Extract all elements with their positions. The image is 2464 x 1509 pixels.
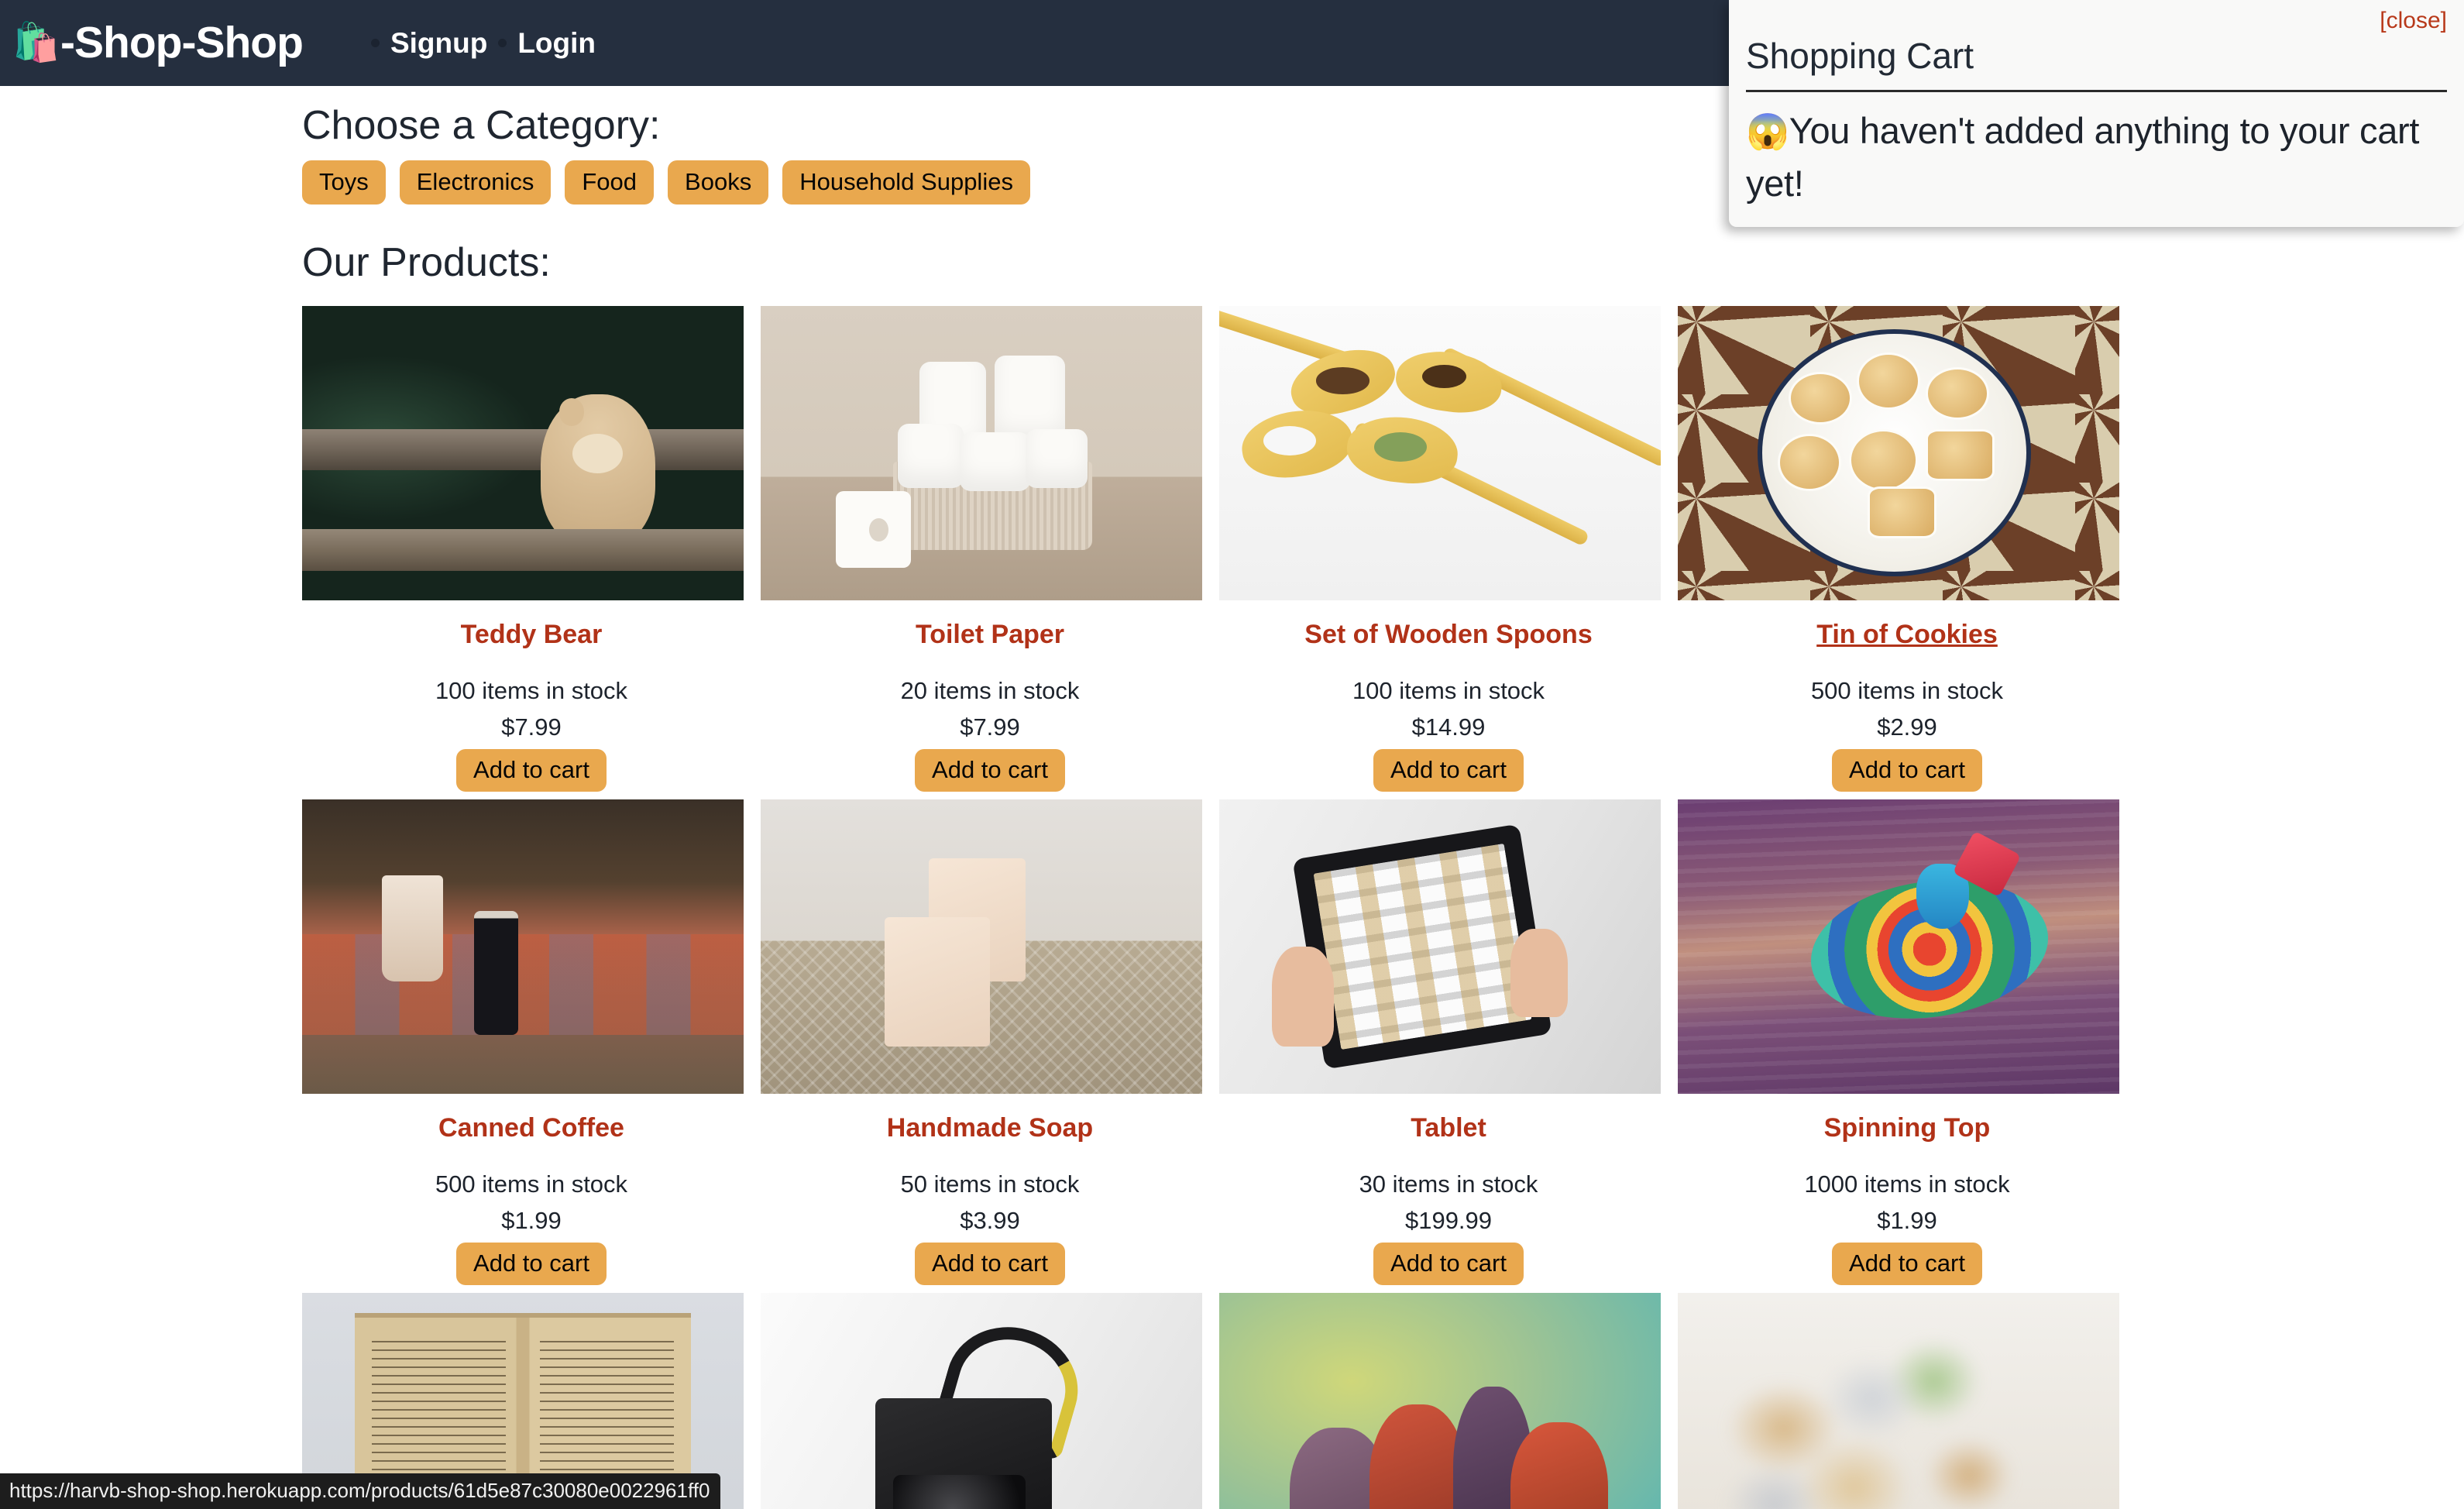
nav-item-signup: Signup <box>360 27 487 60</box>
add-to-cart-button[interactable]: Add to cart <box>1373 748 1524 792</box>
product-title-link[interactable]: Tin of Cookies <box>1816 619 1998 651</box>
product-image-link[interactable] <box>1678 799 2119 1094</box>
product-stock: 1000 items in stock <box>1804 1170 2010 1198</box>
screaming-face-icon: 😱 <box>1746 112 1789 152</box>
wooden-spoons-photo <box>1219 305 1661 600</box>
toilet-paper-photo <box>761 305 1202 600</box>
add-to-cart-button[interactable]: Add to cart <box>456 748 607 792</box>
product-price: $14.99 <box>1411 713 1486 741</box>
products-heading: Our Products: <box>302 240 551 286</box>
category-button-household-supplies[interactable]: Household Supplies <box>782 160 1030 205</box>
product-price: $7.99 <box>501 713 562 741</box>
product-stock: 50 items in stock <box>900 1170 1080 1198</box>
product-price: $1.99 <box>1877 1207 1937 1235</box>
product-stock: 30 items in stock <box>1359 1170 1538 1198</box>
product-image-link[interactable] <box>761 799 1202 1094</box>
shopping-bags-icon: 🛍️ <box>12 22 60 64</box>
main-nav: Signup Login <box>360 27 596 60</box>
product-price: $199.99 <box>1404 1207 1493 1235</box>
product-stock: 20 items in stock <box>900 677 1080 705</box>
cart-empty-message: 😱You haven't added anything to your cart… <box>1746 105 2447 210</box>
main-content: Choose a Category: Toys Electronics Food… <box>0 101 2464 1509</box>
category-item: Toys <box>302 160 386 205</box>
product-title-link[interactable]: Set of Wooden Spoons <box>1304 619 1592 651</box>
cart-title: Shopping Cart <box>1746 36 1974 76</box>
product-card: Toilet Paper 20 items in stock $7.99 Add… <box>761 298 1219 792</box>
product-image-link[interactable] <box>761 305 1202 600</box>
status-bar-url: https://harvb-shop-shop.herokuapp.com/pr… <box>0 1473 721 1509</box>
product-price: $2.99 <box>1877 713 1937 741</box>
nav-item-login: Login <box>487 27 596 60</box>
cart-close-button[interactable]: [close] <box>1746 8 2447 33</box>
add-to-cart-button[interactable]: Add to cart <box>915 1242 1065 1285</box>
product-price: $3.99 <box>960 1207 1020 1235</box>
category-button-toys[interactable]: Toys <box>302 160 386 205</box>
product-title-link[interactable]: Tablet <box>1411 1112 1486 1144</box>
product-title-link[interactable]: Teddy Bear <box>461 619 603 651</box>
product-card <box>1219 1285 1678 1509</box>
add-to-cart-button[interactable]: Add to cart <box>456 1242 607 1285</box>
category-item: Books <box>668 160 769 205</box>
category-button-food[interactable]: Food <box>565 160 655 205</box>
cart-empty-text: You haven't added anything to your cart … <box>1746 110 2420 205</box>
product-image-link[interactable] <box>1219 799 1661 1094</box>
product-title-link[interactable]: Handmade Soap <box>887 1112 1093 1144</box>
product-price: $1.99 <box>501 1207 562 1235</box>
handmade-soap-photo <box>761 799 1202 1094</box>
product-card: Tablet 30 items in stock $199.99 Add to … <box>1219 792 1678 1285</box>
tin-of-cookies-photo <box>1678 305 2119 600</box>
spinning-top-photo <box>1678 799 2119 1094</box>
product-card: Spinning Top 1000 items in stock $1.99 A… <box>1678 792 2136 1285</box>
tablet-photo <box>1219 799 1661 1094</box>
product-image-link[interactable] <box>1219 1292 1661 1509</box>
canned-coffee-photo <box>302 799 744 1094</box>
product-stock: 100 items in stock <box>1352 677 1545 705</box>
category-item: Electronics <box>399 160 552 205</box>
product-stock: 500 items in stock <box>435 1170 628 1198</box>
product-image-link[interactable] <box>1678 305 2119 600</box>
category-item: Food <box>565 160 655 205</box>
product-image-link[interactable] <box>1678 1292 2119 1509</box>
camera-photo <box>761 1292 1202 1509</box>
wooden-blocks-photo <box>1678 1292 2119 1509</box>
product-card: Teddy Bear 100 items in stock $7.99 Add … <box>302 298 761 792</box>
brand-logo-link[interactable]: 🛍️ -Shop-Shop <box>12 18 304 67</box>
category-item: Household Supplies <box>782 160 1030 205</box>
product-stock: 100 items in stock <box>435 677 628 705</box>
login-link[interactable]: Login <box>517 27 596 60</box>
product-card: Tin of Cookies 500 items in stock $2.99 … <box>1678 298 2136 792</box>
product-card <box>1678 1285 2136 1509</box>
cart-divider <box>1746 90 2447 93</box>
product-card: Handmade Soap 50 items in stock $3.99 Ad… <box>761 792 1219 1285</box>
product-grid: Teddy Bear 100 items in stock $7.99 Add … <box>302 298 2161 1509</box>
teddy-bear-photo <box>302 305 744 600</box>
category-button-books[interactable]: Books <box>668 160 769 205</box>
product-image-link[interactable] <box>302 305 744 600</box>
product-image-link[interactable] <box>1219 305 1661 600</box>
category-button-electronics[interactable]: Electronics <box>399 160 552 205</box>
product-card: Set of Wooden Spoons 100 items in stock … <box>1219 298 1678 792</box>
product-price: $7.99 <box>960 713 1020 741</box>
product-stock: 500 items in stock <box>1810 677 2004 705</box>
signup-link[interactable]: Signup <box>390 27 487 60</box>
add-to-cart-button[interactable]: Add to cart <box>1832 748 1982 792</box>
brand-name: -Shop-Shop <box>60 18 304 67</box>
shopping-cart-panel: [close] Shopping Cart 😱You haven't added… <box>1729 0 2464 228</box>
add-to-cart-button[interactable]: Add to cart <box>1832 1242 1982 1285</box>
product-image-link[interactable] <box>761 1292 1202 1509</box>
product-title-link[interactable]: Spinning Top <box>1824 1112 1991 1144</box>
product-image-link[interactable] <box>302 799 744 1094</box>
product-title-link[interactable]: Canned Coffee <box>438 1112 624 1144</box>
product-card: Canned Coffee 500 items in stock $1.99 A… <box>302 792 761 1285</box>
product-card <box>761 1285 1219 1509</box>
toy-horses-photo <box>1219 1292 1661 1509</box>
add-to-cart-button[interactable]: Add to cart <box>1373 1242 1524 1285</box>
product-title-link[interactable]: Toilet Paper <box>916 619 1064 651</box>
add-to-cart-button[interactable]: Add to cart <box>915 748 1065 792</box>
